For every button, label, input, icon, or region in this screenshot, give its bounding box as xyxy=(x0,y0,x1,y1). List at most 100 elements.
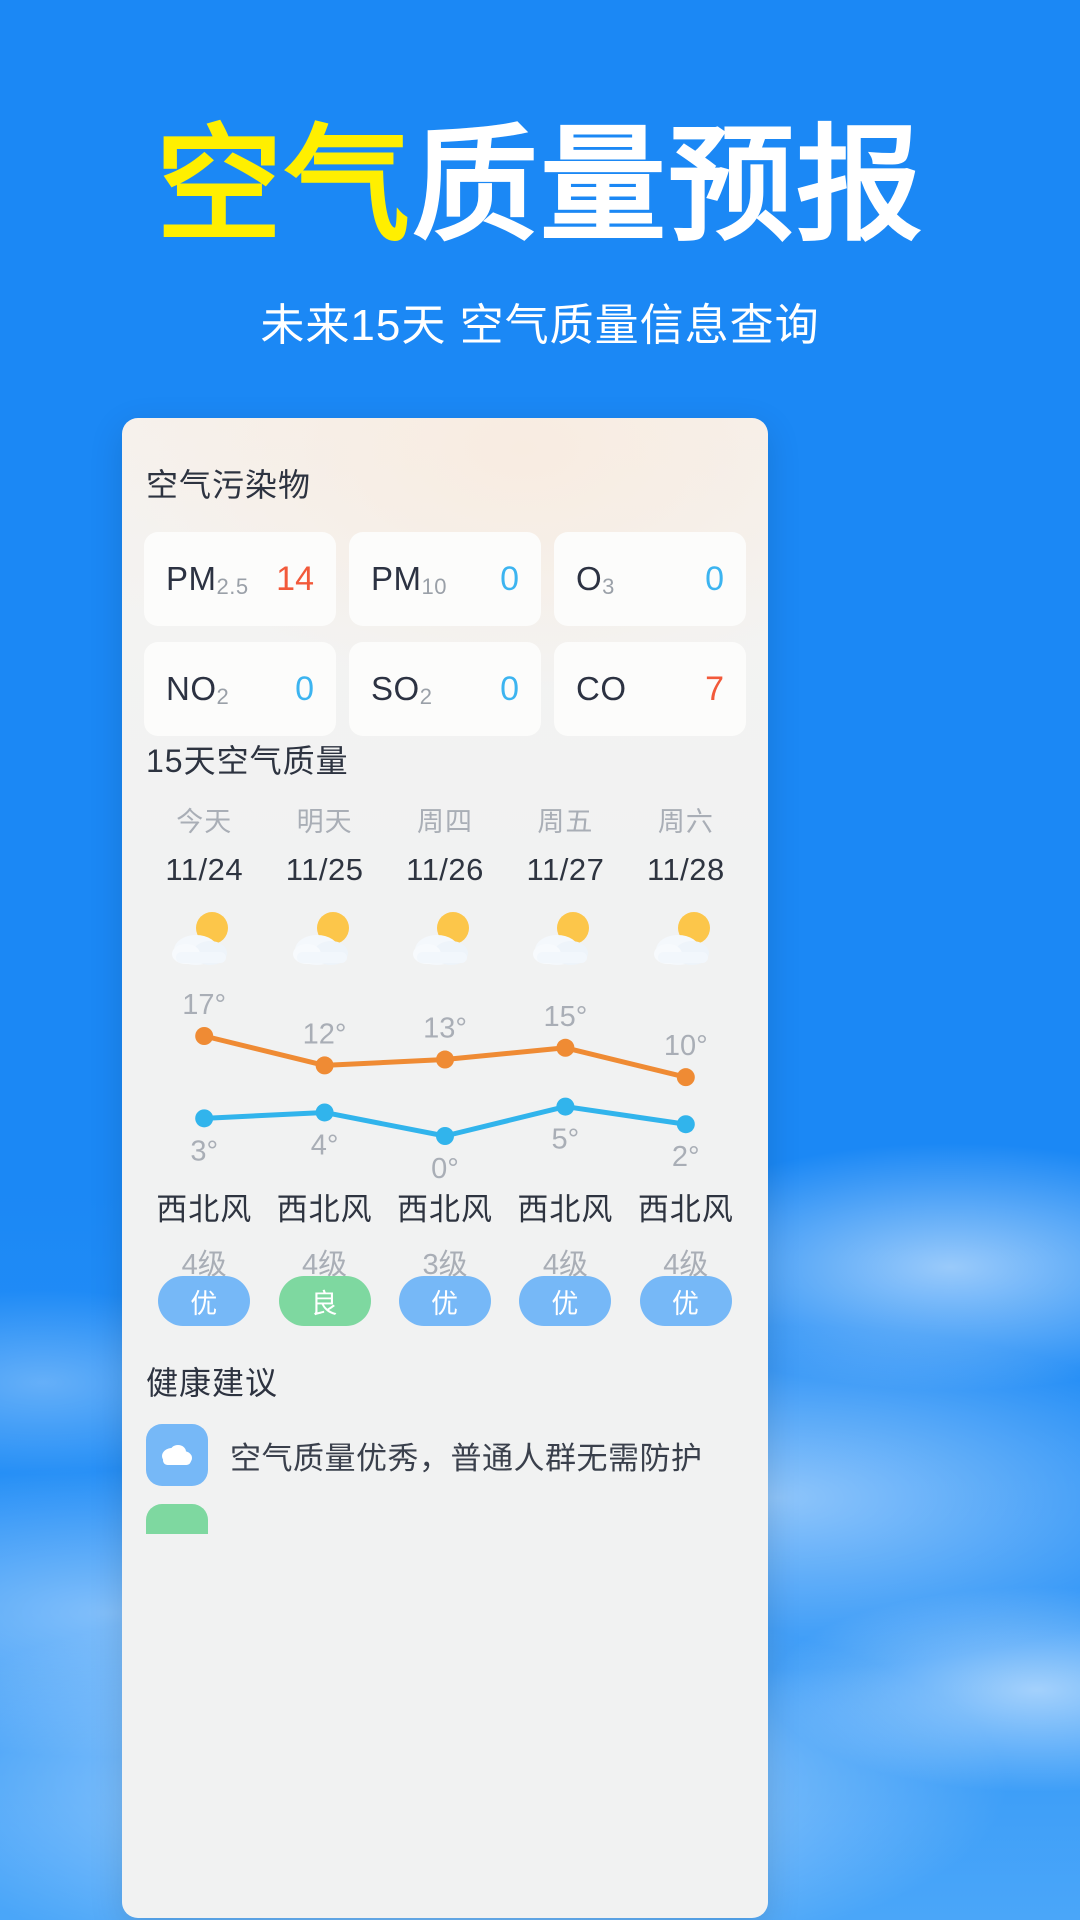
day-weekday: 明天 xyxy=(296,807,353,837)
pollutant-cell-pm10[interactable]: PM10 0 xyxy=(349,532,541,626)
day-date: 11/27 xyxy=(526,852,605,887)
sun-behind-cloud-icon xyxy=(653,912,710,965)
sun-behind-cloud-icon xyxy=(172,912,229,965)
pollutant-name: NO2 xyxy=(166,670,230,709)
chart-point xyxy=(436,1127,454,1145)
temperature-chart-svg: 17° 12° 13° 15° 10° 3° 4° 0° 5° 2° xyxy=(182,989,708,1184)
pollutant-cell-pm25[interactable]: PM2.5 14 xyxy=(144,532,336,626)
wind-direction: 西北风 xyxy=(517,1192,614,1227)
sun-behind-cloud-icon xyxy=(533,912,590,965)
page-header: 空气质量预报 未来15天 空气质量信息查询 xyxy=(0,0,1080,353)
sun-behind-cloud-icon xyxy=(413,912,470,965)
wind-row: 西北风 4级 西北风 4级 西北风 3级 西北风 4级 西北风 4级 xyxy=(144,1184,746,1283)
chart-point xyxy=(315,1056,334,1075)
chart-point xyxy=(556,1038,575,1057)
day-date: 11/25 xyxy=(285,852,364,887)
wind-col-0: 西北风 4级 xyxy=(144,1184,264,1283)
status-badge[interactable]: 优 xyxy=(158,1276,251,1326)
chart-point xyxy=(195,1027,214,1045)
wind-direction: 西北风 xyxy=(397,1192,494,1227)
status-badge[interactable]: 优 xyxy=(639,1276,732,1326)
chart-point-label: 5° xyxy=(552,1124,580,1156)
health-advice-item: 空气质量优秀，普通人群无需防护 xyxy=(146,1424,746,1486)
pollutant-cell-so2[interactable]: SO2 0 xyxy=(349,642,541,736)
forecast-day-1[interactable]: 明天 11/25 xyxy=(264,800,384,888)
pollutant-section: 空气污染物 PM2.5 14 PM10 0 O3 0 NO2 0 SO2 0 C… xyxy=(122,418,768,736)
pollutant-cell-no2[interactable]: NO2 0 xyxy=(144,642,336,736)
pollutant-value: 0 xyxy=(500,559,519,598)
pollutant-name: O3 xyxy=(576,560,615,599)
chart-point-label: 3° xyxy=(190,1135,218,1167)
aqi-badge-col-1: 良 xyxy=(264,1276,384,1326)
forecast-day-3[interactable]: 周五 11/27 xyxy=(505,800,625,888)
chart-point-label: 2° xyxy=(672,1141,700,1173)
aqi-badge-col-2: 优 xyxy=(385,1276,505,1326)
page-title-rest: 质量预报 xyxy=(412,115,924,256)
status-badge[interactable]: 优 xyxy=(519,1276,612,1326)
chart-point xyxy=(436,1050,454,1069)
chart-point-label: 13° xyxy=(423,1013,467,1045)
pollutant-section-title: 空气污染物 xyxy=(146,467,312,503)
pollutant-value: 0 xyxy=(295,669,314,708)
chart-point xyxy=(195,1109,214,1128)
wind-direction: 西北风 xyxy=(156,1192,253,1227)
health-advice-next-icon-peek xyxy=(146,1504,208,1534)
pollutant-value: 7 xyxy=(705,669,724,708)
wind-col-3: 西北风 4级 xyxy=(505,1184,625,1283)
forecast-day-4[interactable]: 周六 11/28 xyxy=(626,800,746,888)
forecast-day-2[interactable]: 周四 11/26 xyxy=(385,800,505,888)
day-weekday: 周四 xyxy=(417,807,474,837)
health-section-title: 健康建议 xyxy=(146,1365,279,1401)
wind-col-1: 西北风 4级 xyxy=(264,1184,384,1283)
pollutant-name: PM2.5 xyxy=(166,560,249,599)
pollutant-name: SO2 xyxy=(371,670,433,709)
pollutant-name: PM10 xyxy=(371,560,447,599)
pollutant-grid: PM2.5 14 PM10 0 O3 0 NO2 0 SO2 0 CO 7 xyxy=(144,532,746,736)
status-badge[interactable]: 优 xyxy=(399,1276,492,1326)
chart-point-label: 12° xyxy=(303,1018,347,1050)
chart-point-label: 10° xyxy=(664,1030,708,1062)
day-weekday: 周五 xyxy=(537,807,594,837)
chart-point-label: 0° xyxy=(431,1153,459,1184)
day-weekday: 周六 xyxy=(657,807,714,837)
aqi-badge-row: 优 良 优 优 优 xyxy=(144,1276,746,1326)
forecast-section-title: 15天空气质量 xyxy=(146,743,349,779)
chart-point-label: 17° xyxy=(182,989,226,1021)
wind-direction: 西北风 xyxy=(276,1192,373,1227)
wind-direction: 西北风 xyxy=(637,1192,734,1227)
cloud-glyph-icon xyxy=(162,1445,192,1465)
day-date: 11/28 xyxy=(646,852,725,887)
page-title: 空气质量预报 xyxy=(0,112,1080,261)
page-title-highlight: 空气 xyxy=(156,115,412,256)
pollutant-value: 0 xyxy=(500,669,519,708)
chart-point-label: 4° xyxy=(311,1129,339,1161)
air-quality-card: 空气污染物 PM2.5 14 PM10 0 O3 0 NO2 0 SO2 0 C… xyxy=(122,418,768,1918)
pollutant-cell-co[interactable]: CO 7 xyxy=(554,642,746,736)
weather-icon-row xyxy=(144,906,746,968)
temperature-chart: 17° 12° 13° 15° 10° 3° 4° 0° 5° 2° xyxy=(144,988,746,1184)
health-advice-text: 空气质量优秀，普通人群无需防护 xyxy=(230,1440,703,1476)
weather-icon-col-3 xyxy=(505,906,625,968)
sun-behind-cloud-icon xyxy=(292,912,349,965)
chart-point xyxy=(676,1068,695,1087)
aqi-badge-col-4: 优 xyxy=(626,1276,746,1326)
page-subtitle: 未来15天 空气质量信息查询 xyxy=(260,300,820,350)
chart-point xyxy=(676,1115,695,1134)
aqi-badge-col-3: 优 xyxy=(505,1276,625,1326)
day-date: 11/26 xyxy=(406,852,484,887)
weather-icon-col-0 xyxy=(144,906,264,968)
day-weekday: 今天 xyxy=(176,807,233,837)
status-badge[interactable]: 良 xyxy=(278,1276,371,1326)
wind-col-2: 西北风 3级 xyxy=(385,1184,505,1283)
day-date: 11/24 xyxy=(165,852,244,887)
forecast-day-0[interactable]: 今天 11/24 xyxy=(144,800,264,888)
aqi-badge-col-0: 优 xyxy=(144,1276,264,1326)
pollutant-value: 14 xyxy=(276,559,314,598)
cloud-icon xyxy=(146,1424,208,1486)
pollutant-name: CO xyxy=(576,670,627,707)
chart-point xyxy=(556,1097,575,1116)
pollutant-value: 0 xyxy=(705,559,724,598)
wind-col-4: 西北风 4级 xyxy=(626,1184,746,1283)
forecast-day-header-row: 今天 11/24 明天 11/25 周四 11/26 周五 11/27 周六 1… xyxy=(144,800,746,888)
pollutant-cell-o3[interactable]: O3 0 xyxy=(554,532,746,626)
